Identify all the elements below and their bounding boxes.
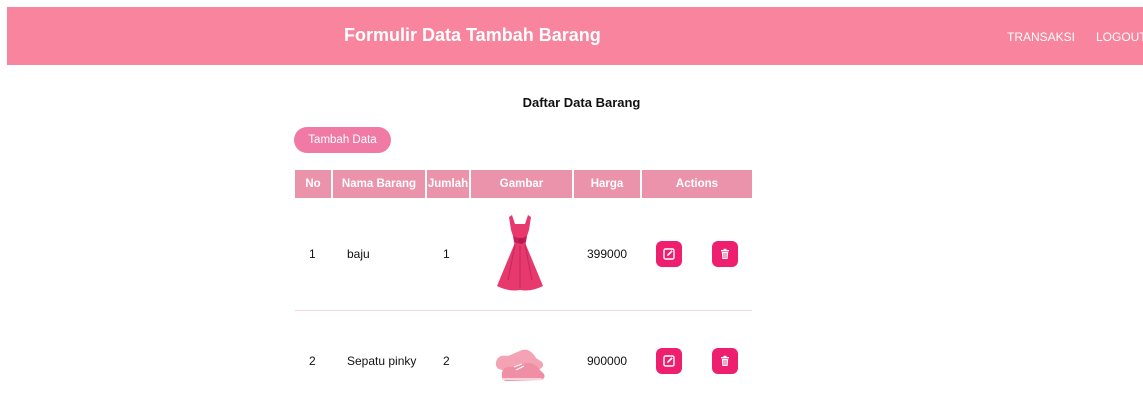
table-row: 2 Sepatu pinky 2 900000: [295, 311, 752, 411]
col-jumlah-header: Jumlah: [427, 178, 469, 190]
cell-no: 2: [309, 354, 316, 368]
trash-icon: [721, 248, 729, 259]
delete-button[interactable]: [712, 348, 738, 374]
add-data-button[interactable]: Tambah Data: [294, 127, 391, 153]
delete-button[interactable]: [712, 241, 738, 267]
table-row: 1 baju 1 399000: [295, 198, 752, 310]
col-nama-header: Nama Barang: [341, 178, 417, 190]
nav-logout-link[interactable]: LOGOUT: [1096, 30, 1143, 44]
list-heading: Daftar Data Barang: [522, 95, 641, 110]
cell-harga: 399000: [587, 247, 628, 261]
cell-no: 1: [309, 247, 316, 261]
edit-icon: [663, 248, 675, 260]
pink-dress-image: [490, 198, 550, 310]
cell-jumlah: 1: [443, 247, 450, 261]
edit-button[interactable]: [656, 241, 682, 267]
page-title: Formulir Data Tambah Barang: [344, 25, 601, 45]
cell-harga: 900000: [587, 354, 628, 368]
cell-nama: baju: [347, 247, 370, 261]
edit-button[interactable]: [656, 348, 682, 374]
cell-jumlah: 2: [443, 354, 450, 368]
col-actions-header: Actions: [675, 178, 719, 190]
col-harga-header: Harga: [590, 178, 624, 190]
top-header: Formulir Data Tambah Barang TRANSAKSI LO…: [7, 7, 1143, 65]
items-table: No Nama Barang Jumlah Gambar Harga Actio…: [295, 170, 752, 381]
table-header: No Nama Barang Jumlah Gambar Harga Actio…: [295, 170, 752, 198]
trash-icon: [721, 355, 729, 366]
cell-nama: Sepatu pinky: [347, 354, 417, 368]
pink-shoes-image: [490, 311, 550, 411]
col-gambar-header: Gambar: [499, 178, 544, 190]
nav-transaksi-link[interactable]: TRANSAKSI: [1007, 30, 1075, 44]
col-no-header: No: [305, 178, 321, 190]
edit-icon: [663, 355, 675, 367]
